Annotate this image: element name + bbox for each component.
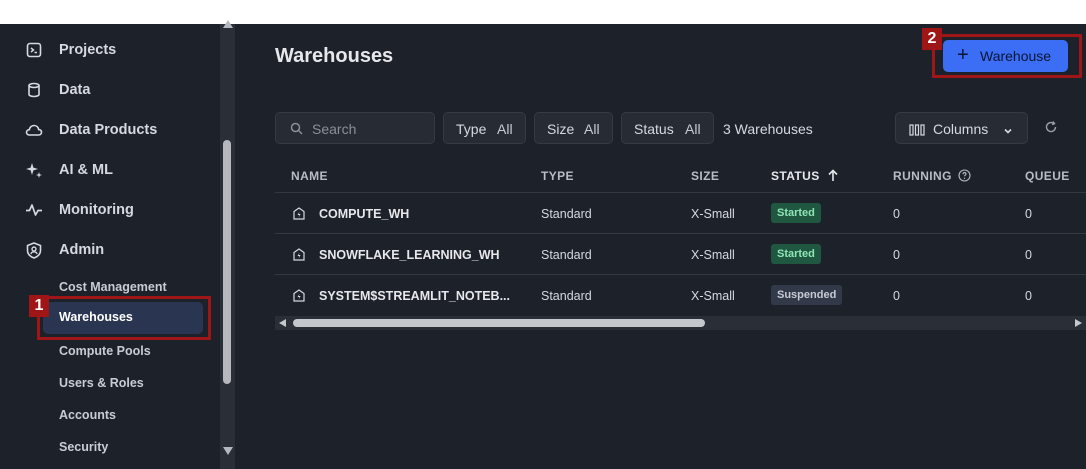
sidebar-item-label: Data Products — [59, 122, 158, 138]
table-row[interactable]: COMPUTE_WH Standard X-Small Started 0 0 — [275, 193, 1086, 234]
filter-key: Status — [634, 121, 674, 137]
warehouse-name[interactable]: SYSTEM$STREAMLIT_NOTEB... — [319, 289, 510, 303]
warehouse-type: Standard — [541, 207, 592, 221]
running-count: 0 — [893, 207, 900, 221]
scroll-left-arrow-icon[interactable] — [279, 319, 286, 327]
shield-user-icon — [25, 241, 43, 259]
scroll-down-arrow-icon[interactable] — [223, 447, 233, 455]
sort-up-arrow-icon — [827, 169, 839, 187]
running-count: 0 — [893, 248, 900, 262]
scroll-right-arrow-icon[interactable] — [1075, 319, 1082, 327]
sidebar-item-data-products[interactable]: Data Products — [0, 110, 220, 150]
sidebar-item-monitoring[interactable]: Monitoring — [0, 190, 220, 230]
filter-value: All — [584, 121, 600, 137]
search-icon — [290, 122, 303, 140]
column-header-status[interactable]: STATUS — [771, 169, 820, 183]
terminal-icon — [25, 41, 43, 59]
cloud-icon — [25, 121, 43, 139]
sidebar: Projects Data Data Products AI & ML Moni… — [0, 24, 220, 469]
database-icon — [25, 81, 43, 99]
filter-key: Size — [547, 121, 575, 137]
warehouse-name[interactable]: COMPUTE_WH — [319, 207, 409, 221]
help-circle-icon[interactable] — [958, 169, 971, 187]
warehouse-type: Standard — [541, 289, 592, 303]
sidebar-subitem-compute-pools[interactable]: Compute Pools — [59, 344, 151, 358]
filter-key: Type — [456, 121, 487, 137]
warehouse-size: X-Small — [691, 289, 735, 303]
type-filter[interactable]: Type All — [443, 112, 526, 144]
sidebar-item-projects[interactable]: Projects — [0, 30, 220, 70]
sidebar-subitem-accounts[interactable]: Accounts — [59, 408, 116, 422]
columns-icon — [909, 123, 925, 141]
table-horizontal-scrollbar[interactable] — [275, 316, 1086, 330]
table-row[interactable]: SYSTEM$STREAMLIT_NOTEB... Standard X-Sma… — [275, 275, 1086, 316]
sidebar-item-label: Monitoring — [59, 202, 134, 218]
sparkle-icon — [25, 161, 43, 179]
status-badge: Suspended — [771, 285, 843, 305]
column-header-type[interactable]: TYPE — [541, 169, 574, 183]
queued-count: 0 — [1025, 289, 1032, 303]
column-header-size[interactable]: SIZE — [691, 169, 719, 183]
warehouse-name[interactable]: SNOWFLAKE_LEARNING_WH — [319, 248, 500, 262]
sidebar-subitem-users-roles[interactable]: Users & Roles — [59, 376, 144, 390]
annotation-box-1 — [37, 296, 211, 340]
warehouse-type: Standard — [541, 248, 592, 262]
warehouse-size: X-Small — [691, 207, 735, 221]
search-input[interactable]: Search — [275, 112, 435, 144]
column-header-queued[interactable]: QUEUE — [1025, 169, 1070, 183]
status-badge: Started — [771, 203, 821, 223]
status-badge: Started — [771, 244, 821, 264]
sidebar-item-data[interactable]: Data — [0, 70, 220, 110]
sidebar-item-label: Admin — [59, 242, 105, 258]
search-placeholder: Search — [312, 121, 357, 137]
page-title: Warehouses — [275, 45, 394, 67]
columns-button[interactable]: Columns — [895, 112, 1028, 144]
warehouse-size: X-Small — [691, 248, 735, 262]
sidebar-item-ai-ml[interactable]: AI & ML — [0, 150, 220, 190]
warehouse-count: 3 Warehouses — [723, 121, 813, 137]
annotation-box-2 — [932, 34, 1082, 78]
sidebar-item-label: AI & ML — [59, 162, 113, 178]
sidebar-item-label: Data — [59, 82, 91, 98]
sidebar-subitem-cost-management[interactable]: Cost Management — [59, 280, 167, 294]
sidebar-subitem-security[interactable]: Security — [59, 440, 108, 454]
main-content: Warehouses + Warehouse Search Type All S… — [235, 24, 1086, 469]
size-filter[interactable]: Size All — [534, 112, 613, 144]
activity-icon — [25, 201, 43, 219]
columns-label: Columns — [933, 121, 989, 137]
annotation-badge-2: 2 — [922, 28, 942, 50]
running-count: 0 — [893, 289, 900, 303]
table-row[interactable]: SNOWFLAKE_LEARNING_WH Standard X-Small S… — [275, 234, 1086, 275]
column-header-running[interactable]: RUNNING — [893, 169, 952, 183]
warehouse-icon — [293, 207, 305, 225]
filter-value: All — [497, 121, 513, 137]
scroll-up-arrow-icon[interactable] — [223, 20, 233, 28]
status-filter[interactable]: Status All — [621, 112, 714, 144]
sidebar-item-admin[interactable]: Admin — [0, 230, 220, 270]
chevron-down-icon — [1003, 123, 1013, 141]
horizontal-scroll-thumb[interactable] — [293, 319, 705, 327]
sidebar-item-label: Projects — [59, 42, 117, 58]
column-header-name[interactable]: NAME — [291, 169, 328, 183]
app-window: Projects Data Data Products AI & ML Moni… — [0, 20, 1086, 469]
refresh-icon[interactable] — [1044, 120, 1058, 139]
sidebar-scrollbar[interactable] — [220, 20, 235, 469]
sidebar-scroll-thumb[interactable] — [223, 140, 231, 384]
filter-value: All — [685, 121, 701, 137]
warehouse-icon — [293, 248, 305, 266]
queued-count: 0 — [1025, 207, 1032, 221]
warehouse-icon — [293, 289, 305, 307]
queued-count: 0 — [1025, 248, 1032, 262]
annotation-badge-1: 1 — [29, 295, 49, 317]
